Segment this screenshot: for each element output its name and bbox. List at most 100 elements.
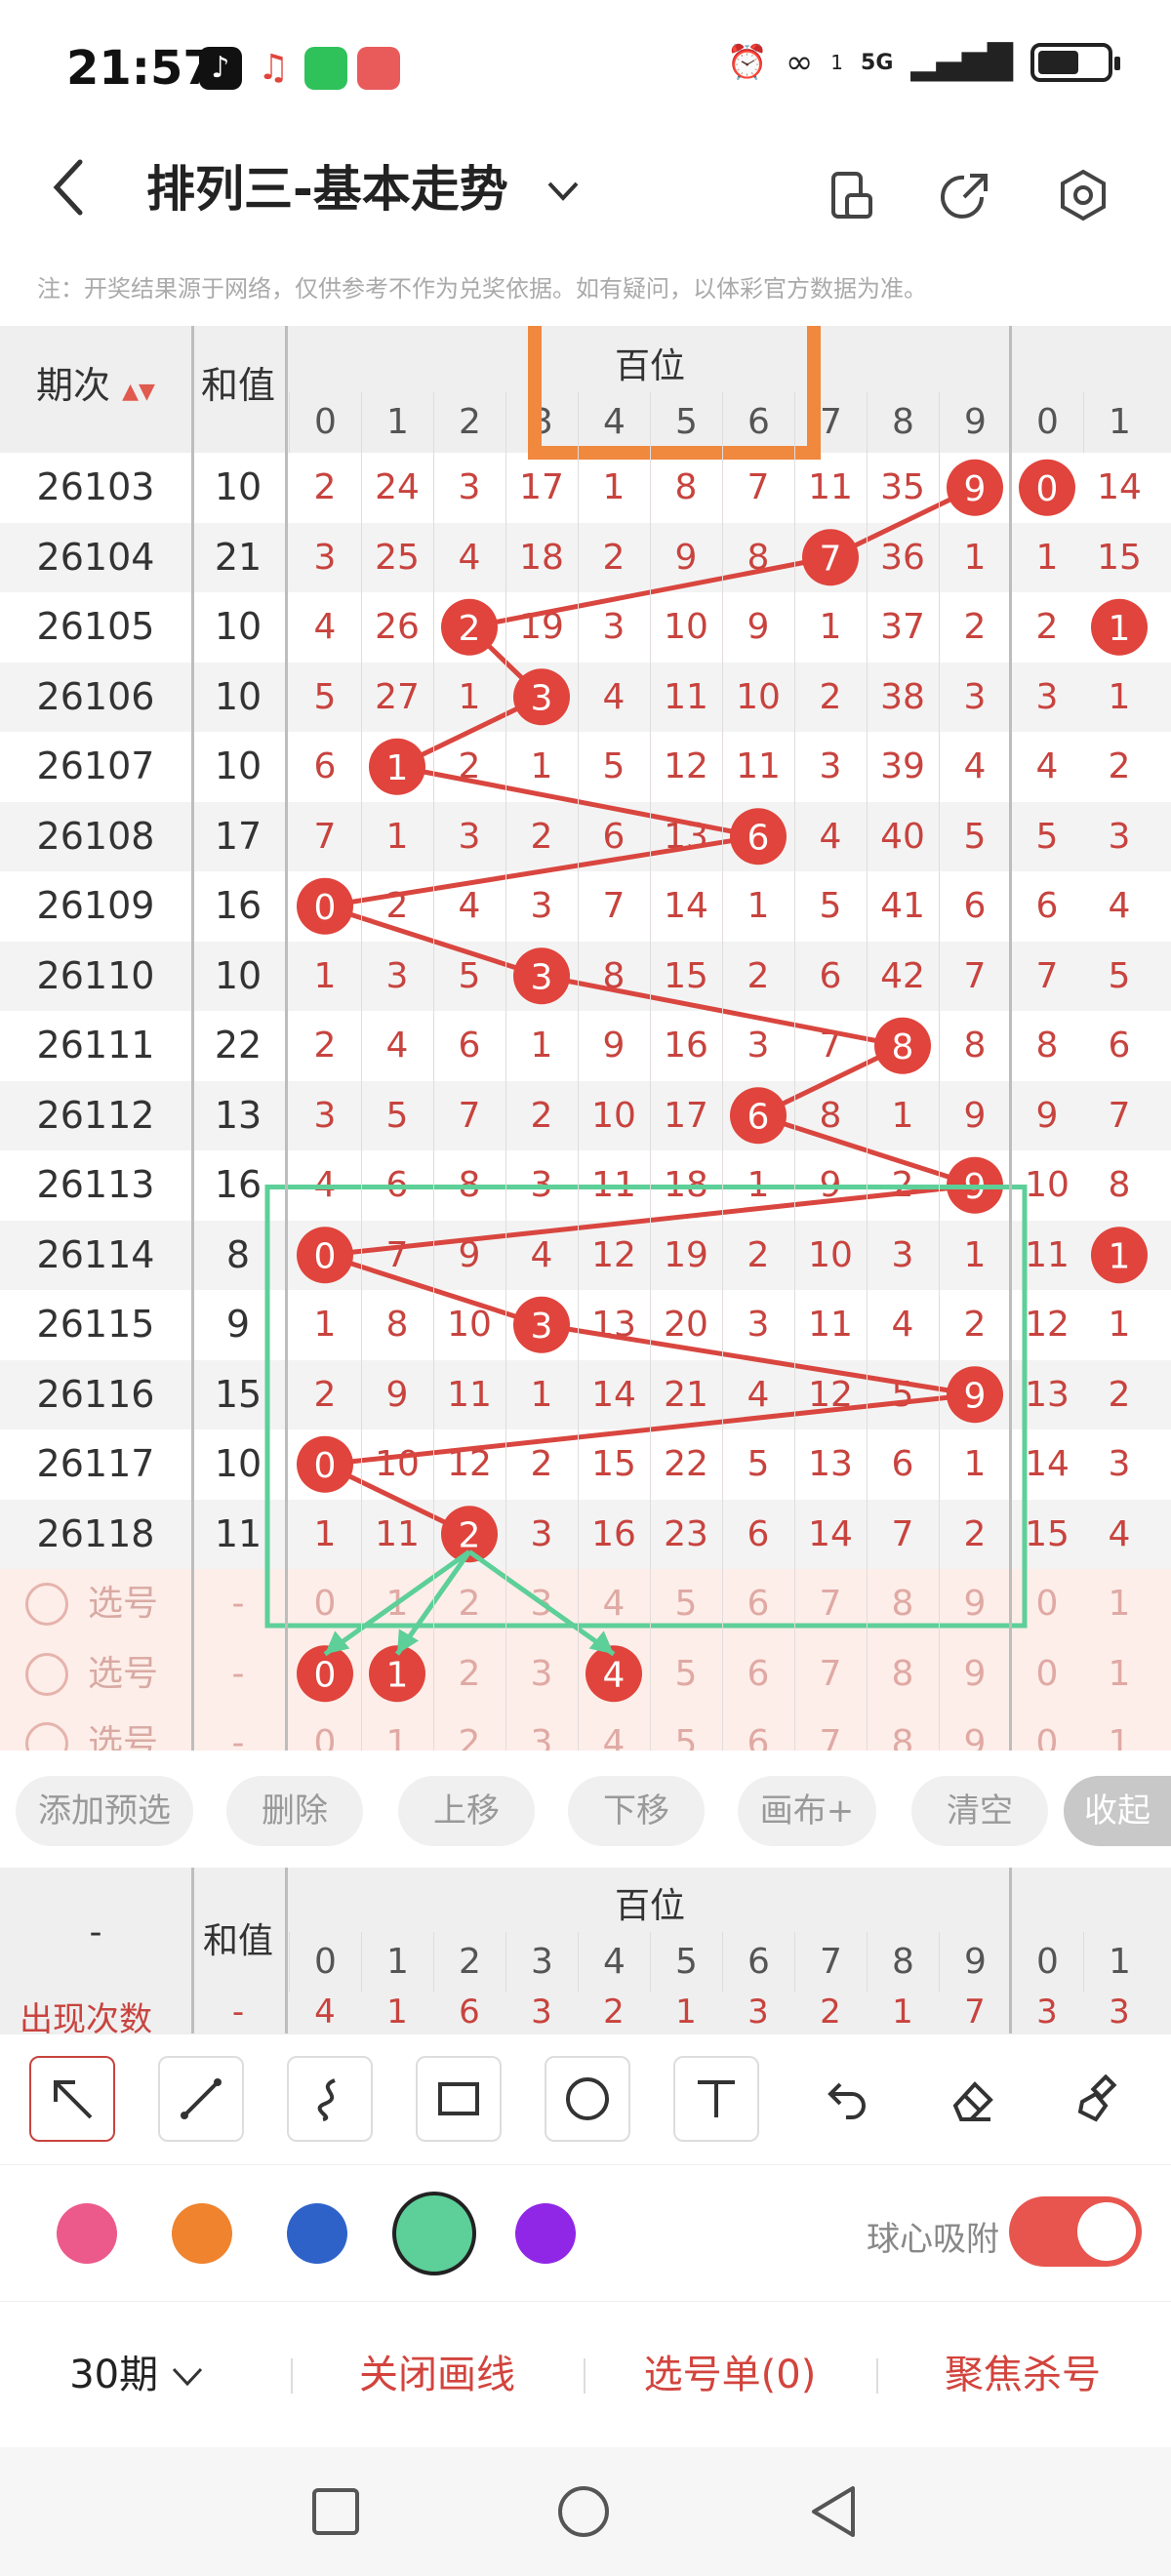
hit-ball-label: 0: [314, 888, 337, 928]
recent-apps-icon[interactable]: [310, 2486, 361, 2537]
stats-value: 1: [675, 1992, 697, 2032]
system-nav-bar: [0, 2447, 1171, 2576]
color-swatch[interactable]: [392, 2192, 476, 2275]
move-up-button[interactable]: 上移: [398, 1776, 535, 1846]
color-swatch[interactable]: [172, 2203, 232, 2264]
clear-canvas-tool[interactable]: [1056, 2056, 1142, 2142]
section-divider: [1009, 326, 1012, 1751]
clear-button[interactable]: 清空: [911, 1776, 1048, 1846]
section-divider: [285, 326, 288, 1751]
text-tool[interactable]: [673, 2056, 759, 2142]
eraser-icon: [952, 2081, 993, 2121]
status-right: ⏰ ∞ 1 5G ▂▄▆█: [726, 43, 1120, 82]
arrow-tool-icon: [54, 2080, 93, 2119]
network-indicator: 5G: [861, 50, 894, 75]
back-button[interactable]: [49, 156, 107, 234]
eraser-tool[interactable]: [929, 2056, 1015, 2142]
line-tool-icon: [181, 2078, 222, 2119]
title-dropdown[interactable]: [546, 162, 580, 221]
stats-tens-header: 1: [1083, 1932, 1155, 1992]
stats-digit-header: 5: [650, 1932, 722, 1992]
stats-tens-header: 0: [1011, 1932, 1083, 1992]
rect-tool[interactable]: [416, 2056, 502, 2142]
arrow-tool[interactable]: [29, 2056, 115, 2142]
brush-clear-icon: [1077, 2074, 1117, 2122]
trend-line: [541, 1322, 976, 1397]
selected-pick-label: 0: [314, 1655, 337, 1695]
snap-toggle[interactable]: [1009, 2196, 1142, 2267]
hexagon-settings-icon: [1061, 169, 1106, 221]
stats-digit-header: 6: [722, 1932, 794, 1992]
toggle-knob: [1077, 2202, 1136, 2261]
settings-button[interactable]: [1048, 160, 1118, 230]
period-count-select[interactable]: 30期: [39, 2302, 234, 2448]
stats-tens-value: 3: [1036, 1992, 1058, 2032]
stats-first-col: -: [89, 1912, 102, 1952]
circle-tool[interactable]: [545, 2056, 630, 2142]
trend-line: [324, 833, 759, 909]
stats-sum-col: 和值: [202, 1921, 273, 1961]
rotate-screen-button[interactable]: [816, 160, 886, 230]
stats-value: 4: [314, 1992, 336, 2032]
close-drawing-button[interactable]: 关闭画线: [293, 2302, 582, 2448]
stats-digit-header: 2: [433, 1932, 505, 1992]
section-divider: [1009, 1868, 1012, 2033]
back-nav-icon[interactable]: [808, 2484, 859, 2539]
stats-value: 7: [964, 1992, 986, 2032]
alarm-icon: ⏰: [726, 43, 768, 82]
disclaimer-notice: 注：开奖结果源于网络，仅供参考不作为兑奖依据。如有疑问，以体彩官方数据为准。: [37, 275, 927, 302]
hit-ball-label: 9: [964, 469, 987, 509]
curve-tool-icon: [317, 2078, 336, 2121]
hit-ball-label: 6: [747, 1097, 770, 1137]
undo-tool[interactable]: [802, 2056, 888, 2142]
delete-button[interactable]: 删除: [226, 1776, 363, 1846]
canvas-plus-button[interactable]: 画布+: [738, 1776, 876, 1846]
hit-ball-label: 3: [531, 1307, 553, 1347]
color-swatch[interactable]: [57, 2203, 117, 2264]
wechat-icon: [304, 47, 347, 90]
section-divider: [191, 326, 194, 1751]
section-divider: [191, 1868, 194, 2033]
stats-value: 6: [459, 1992, 480, 2032]
grid-line: [650, 392, 651, 1751]
hit-ball-label: 7: [820, 539, 842, 579]
line-tool[interactable]: [158, 2056, 244, 2142]
add-preselect-button[interactable]: 添加预选: [16, 1776, 193, 1846]
period-count-label: 30期: [69, 2353, 159, 2397]
trend-lines-overlay: 97231603869039020110 1 4: [264, 326, 1148, 1703]
share-icon: [941, 174, 988, 219]
tiktok-icon: ♪: [199, 47, 242, 90]
trend-table: 期次 ▲▼ 和值 百位 012345678901 26103 10 2 24 3 17 1 8…: [0, 326, 1171, 1751]
pick-list-button[interactable]: 选号单(0): [586, 2302, 874, 2448]
share-button[interactable]: [931, 160, 1001, 230]
annotation-orange-box: [528, 326, 821, 460]
stats-section-hundreds: 百位: [614, 1886, 685, 1926]
move-down-button[interactable]: 下移: [568, 1776, 705, 1846]
home-icon[interactable]: [556, 2484, 611, 2539]
color-bar: 球心吸附: [0, 2164, 1171, 2301]
grid-line: [505, 392, 506, 1751]
collapse-button[interactable]: 收起: [1064, 1776, 1171, 1846]
focus-kill-button[interactable]: 聚焦杀号: [878, 2302, 1167, 2448]
annotation-arrowhead: [325, 1630, 350, 1655]
tens-hit-ball-label: 1: [1109, 609, 1131, 649]
rect-tool-icon: [438, 2082, 479, 2115]
app-header: 排列三-基本走势: [0, 137, 1171, 254]
stats-digit-header: 0: [289, 1932, 361, 1992]
stats-digit-header: 4: [578, 1932, 650, 1992]
grid-line: [867, 392, 868, 1751]
curve-tool[interactable]: [287, 2056, 373, 2142]
chevron-down-icon: [172, 2367, 202, 2387]
annotation-arrowhead: [588, 1630, 614, 1655]
color-swatch[interactable]: [515, 2203, 576, 2264]
annotation-arrow: [323, 1550, 471, 1657]
chevron-left-icon: [53, 159, 83, 216]
selected-pick-label: 4: [603, 1655, 626, 1695]
page-title[interactable]: 排列三-基本走势: [146, 150, 508, 228]
hit-ball-label: 2: [459, 1515, 481, 1555]
stats-value: 2: [820, 1992, 841, 2032]
grid-line: [578, 392, 579, 1751]
sim-indicator: 1: [830, 51, 844, 74]
color-swatch[interactable]: [287, 2203, 347, 2264]
stats-digit-header: 8: [867, 1932, 939, 1992]
